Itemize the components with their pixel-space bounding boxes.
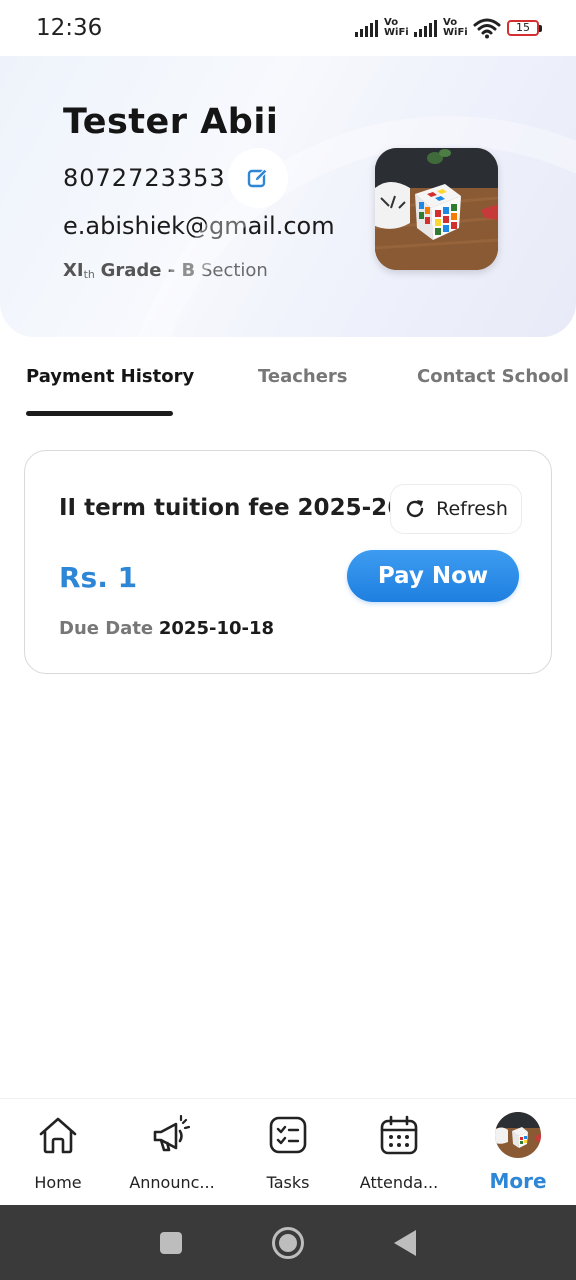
- tasks-icon: [269, 1116, 307, 1154]
- grade-number: XI: [63, 260, 84, 281]
- nav-more-label: More: [489, 1169, 547, 1193]
- fee-card: II term tuition fee 2025-26 Refresh Rs. …: [24, 450, 552, 674]
- profile-header: Tester Abii 8072723353 e.abishiek@gmail.…: [0, 56, 576, 337]
- nav-attendance-label: Attenda...: [359, 1173, 439, 1192]
- pay-now-button[interactable]: Pay Now: [347, 550, 519, 602]
- profile-name: Tester Abii: [63, 102, 279, 142]
- megaphone-icon: [153, 1115, 191, 1152]
- recent-apps-button[interactable]: [160, 1231, 182, 1254]
- battery-icon: 15: [507, 20, 542, 36]
- nav-home[interactable]: Home: [8, 1113, 108, 1192]
- fee-amount: Rs. 1: [59, 561, 138, 594]
- rubiks-cube-photo: [375, 148, 498, 270]
- nav-announcements[interactable]: Announc...: [122, 1113, 222, 1192]
- grade-label: Grade - B: [100, 260, 196, 281]
- nav-more[interactable]: More: [468, 1112, 568, 1193]
- active-tab-indicator: [26, 411, 173, 416]
- tab-bar: Payment History Teachers Contact School: [0, 356, 576, 418]
- tab-contact-school[interactable]: Contact School: [417, 366, 569, 387]
- status-bar: 12:36 Vo WiFi Vo WiFi 15: [0, 0, 576, 56]
- status-icons: Vo WiFi Vo WiFi 15: [355, 17, 542, 39]
- calendar-icon: [380, 1115, 418, 1155]
- vowifi-icon: Vo WiFi: [384, 17, 409, 38]
- wifi-icon: [473, 18, 501, 39]
- refresh-icon: [406, 500, 424, 518]
- app-screen: 12:36 Vo WiFi Vo WiFi 15 Tester Abii 807…: [0, 0, 576, 1280]
- tab-teachers[interactable]: Teachers: [258, 366, 348, 387]
- signal-icon: [414, 19, 437, 37]
- profile-photo[interactable]: [375, 148, 498, 270]
- due-date: Due Date 2025-10-18: [59, 618, 274, 639]
- home-icon: [39, 1117, 77, 1154]
- home-button[interactable]: [272, 1226, 304, 1259]
- nav-tasks-label: Tasks: [266, 1173, 310, 1192]
- signal-icon: [355, 19, 378, 37]
- vowifi-icon: Vo WiFi: [443, 17, 468, 38]
- nav-tasks[interactable]: Tasks: [238, 1113, 338, 1192]
- edit-phone-button[interactable]: [228, 148, 288, 208]
- status-time: 12:36: [36, 15, 103, 41]
- tab-payment-history[interactable]: Payment History: [26, 366, 194, 387]
- refresh-label: Refresh: [436, 498, 508, 520]
- fee-title: II term tuition fee 2025-26: [59, 495, 404, 521]
- profile-phone: 8072723353: [63, 164, 226, 192]
- edit-icon: [247, 168, 268, 188]
- due-date-label: Due Date: [59, 618, 154, 639]
- avatar: [495, 1112, 541, 1158]
- section-label: Section: [200, 260, 268, 281]
- system-nav-bar: [0, 1205, 576, 1280]
- nav-attendance[interactable]: Attenda...: [349, 1113, 449, 1192]
- profile-grade: XIth Grade - B Section: [63, 260, 268, 281]
- back-button[interactable]: [394, 1229, 416, 1256]
- battery-level: 15: [507, 20, 539, 36]
- nav-home-label: Home: [34, 1173, 82, 1192]
- refresh-button[interactable]: Refresh: [390, 484, 522, 534]
- grade-suffix: th: [83, 268, 95, 281]
- bottom-nav: Home Announc... Tasks Attenda... More: [0, 1098, 576, 1205]
- profile-email: e.abishiek@gmail.com: [63, 212, 335, 240]
- due-date-value: 2025-10-18: [158, 618, 275, 639]
- nav-announcements-label: Announc...: [129, 1173, 215, 1192]
